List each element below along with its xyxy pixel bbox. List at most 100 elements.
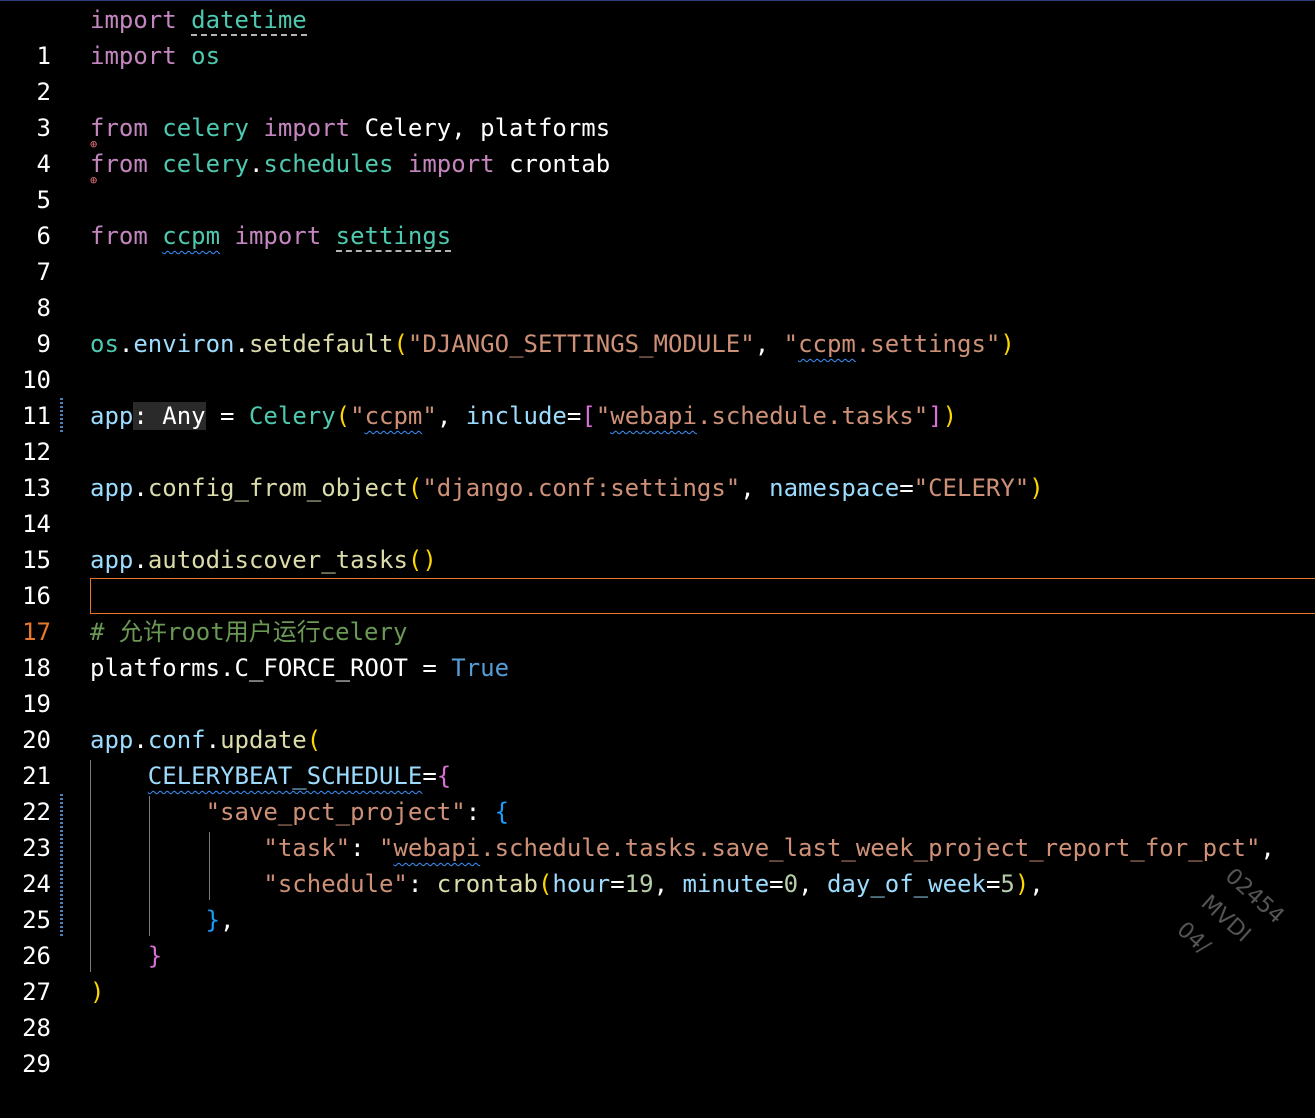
line-content[interactable]: from ccpm import settings	[90, 218, 452, 254]
imported-names: Celery, platforms	[364, 114, 611, 142]
editor-top-border	[0, 0, 1315, 1]
line-content[interactable]: from celery.schedules import crontab	[90, 146, 610, 182]
bracket: ()	[407, 546, 437, 574]
line-content[interactable]: app.conf.update(	[90, 722, 321, 758]
variable: app	[90, 402, 134, 430]
code-line[interactable]: 21 app.conf.update(	[0, 722, 1315, 790]
line-content[interactable]: platforms.C_FORCE_ROOT = True	[90, 650, 509, 686]
punctuation: :	[350, 834, 379, 862]
code-line[interactable]: 25 "schedule": crontab(hour=19, minute=0…	[0, 866, 1315, 934]
keyword: from	[90, 150, 148, 178]
code-line[interactable]: 7 from ccpm import settings	[0, 218, 1315, 286]
line-content[interactable]: },	[90, 902, 235, 938]
code-line[interactable]: 8	[0, 254, 1315, 322]
code-line[interactable]: 11	[0, 362, 1315, 430]
code-line[interactable]: 22 CELERYBEAT_SCHEDULE={	[0, 758, 1315, 826]
code-line[interactable]: 18 # 允许root用户运行celery	[0, 614, 1315, 682]
string: "	[379, 834, 394, 862]
module-name: celery	[162, 114, 249, 142]
line-content[interactable]: app: Any = Celery("ccpm", include=["weba…	[90, 398, 957, 434]
string: "DJANGO_SETTINGS_MODULE"	[407, 330, 755, 358]
string: "schedule"	[263, 870, 408, 898]
string: .schedule.tasks.save_last_week_project_r…	[480, 834, 1261, 862]
line-content[interactable]: "save_pct_project": {	[90, 794, 509, 830]
line-content[interactable]: import datetime	[90, 2, 307, 38]
code-editor[interactable]: 1 import datetime 2 import os 3 4 from c…	[0, 0, 1315, 1078]
code-line[interactable]: 4 from celery import Celery, platforms ⊕	[0, 110, 1315, 178]
operator: =	[205, 402, 249, 430]
constant: True	[451, 654, 510, 682]
code-line[interactable]: 6	[0, 182, 1315, 250]
line-content[interactable]: os.environ.setdefault("DJANGO_SETTINGS_M…	[90, 326, 1015, 362]
module-name: os	[90, 330, 119, 358]
line-content[interactable]: from celery import Celery, platforms	[90, 110, 610, 146]
function-name: setdefault	[248, 330, 394, 358]
bracket: ]	[928, 402, 943, 430]
keyword: import	[90, 42, 177, 70]
function-name: crontab	[436, 870, 538, 898]
line-content[interactable]: app.config_from_object("django.conf:sett…	[90, 470, 1044, 506]
punctuation: ,	[740, 474, 770, 502]
punctuation: .	[133, 546, 148, 574]
module-name: schedules	[263, 150, 394, 178]
attribute: conf	[147, 726, 206, 754]
code-line[interactable]: 29	[0, 1010, 1315, 1078]
code-line[interactable]: 3	[0, 74, 1315, 142]
line-content[interactable]: CELERYBEAT_SCHEDULE={	[90, 758, 451, 794]
parameter: CELERYBEAT_SCHEDULE	[147, 762, 423, 790]
variable: app	[90, 474, 134, 502]
module-name: settings	[335, 222, 452, 252]
string: "CELERY"	[913, 474, 1030, 502]
imported-names: crontab	[509, 150, 611, 178]
code-line-active[interactable]: 17	[0, 578, 1315, 646]
punctuation: ,	[754, 330, 784, 358]
bracket: )	[942, 402, 958, 430]
function-name: autodiscover_tasks	[147, 546, 408, 574]
bracket: )	[1029, 474, 1044, 502]
variable: app	[90, 546, 134, 574]
operator: =	[422, 762, 437, 790]
code-line[interactable]: 27 }	[0, 938, 1315, 1006]
string: "	[783, 330, 799, 358]
comment: # 允许root用户运行celery	[90, 618, 408, 646]
operator: =	[985, 870, 1001, 898]
code-line[interactable]: 2 import os	[0, 38, 1315, 106]
line-content[interactable]: "schedule": crontab(hour=19, minute=0, d…	[90, 866, 1044, 902]
punctuation: .	[248, 150, 264, 178]
code-line[interactable]: 20	[0, 686, 1315, 754]
code-line[interactable]: 12 app: Any = Celery("ccpm", include=["w…	[0, 398, 1315, 466]
code-line[interactable]: 28 )	[0, 974, 1315, 1042]
code-line[interactable]: 10 os.environ.setdefault("DJANGO_SETTING…	[0, 326, 1315, 394]
code-line[interactable]: 23 "save_pct_project": {	[0, 794, 1315, 862]
code-line[interactable]: 1 import datetime	[0, 2, 1315, 70]
module-name: datetime	[191, 6, 307, 36]
code-line[interactable]: 26 },	[0, 902, 1315, 970]
line-content[interactable]: )	[90, 974, 104, 1010]
keyword: from	[90, 114, 148, 142]
number: 5	[1000, 870, 1015, 898]
number: 0	[783, 870, 799, 898]
keyword: import	[234, 222, 322, 250]
punctuation: ,	[220, 906, 235, 934]
line-content[interactable]: "task": "webapi.schedule.tasks.save_last…	[90, 830, 1274, 866]
code-line[interactable]: 14 app.config_from_object("django.conf:s…	[0, 470, 1315, 538]
line-content[interactable]: import os	[90, 38, 220, 74]
parameter: include	[465, 402, 567, 430]
string: .settings"	[855, 330, 1001, 358]
code-line[interactable]: 13	[0, 434, 1315, 502]
line-content[interactable]: app.autodiscover_tasks()	[90, 542, 437, 578]
keyword: from	[90, 222, 148, 250]
code-line[interactable]: 24 "task": "webapi.schedule.tasks.save_l…	[0, 830, 1315, 898]
string: "task"	[263, 834, 351, 862]
code-line[interactable]: 5 from celery.schedules import crontab ⊕	[0, 146, 1315, 214]
code-line[interactable]: 15	[0, 506, 1315, 574]
code-line[interactable]: 9	[0, 290, 1315, 358]
string: "django.conf:settings"	[422, 474, 741, 502]
module-name: ccpm	[162, 222, 221, 250]
line-content[interactable]: }	[90, 938, 162, 974]
string: ccpm	[364, 402, 423, 430]
code-line[interactable]: 19 platforms.C_FORCE_ROOT = True	[0, 650, 1315, 718]
punctuation: ,	[1029, 870, 1044, 898]
line-content[interactable]: # 允许root用户运行celery	[90, 614, 407, 650]
code-line[interactable]: 16 app.autodiscover_tasks()	[0, 542, 1315, 610]
